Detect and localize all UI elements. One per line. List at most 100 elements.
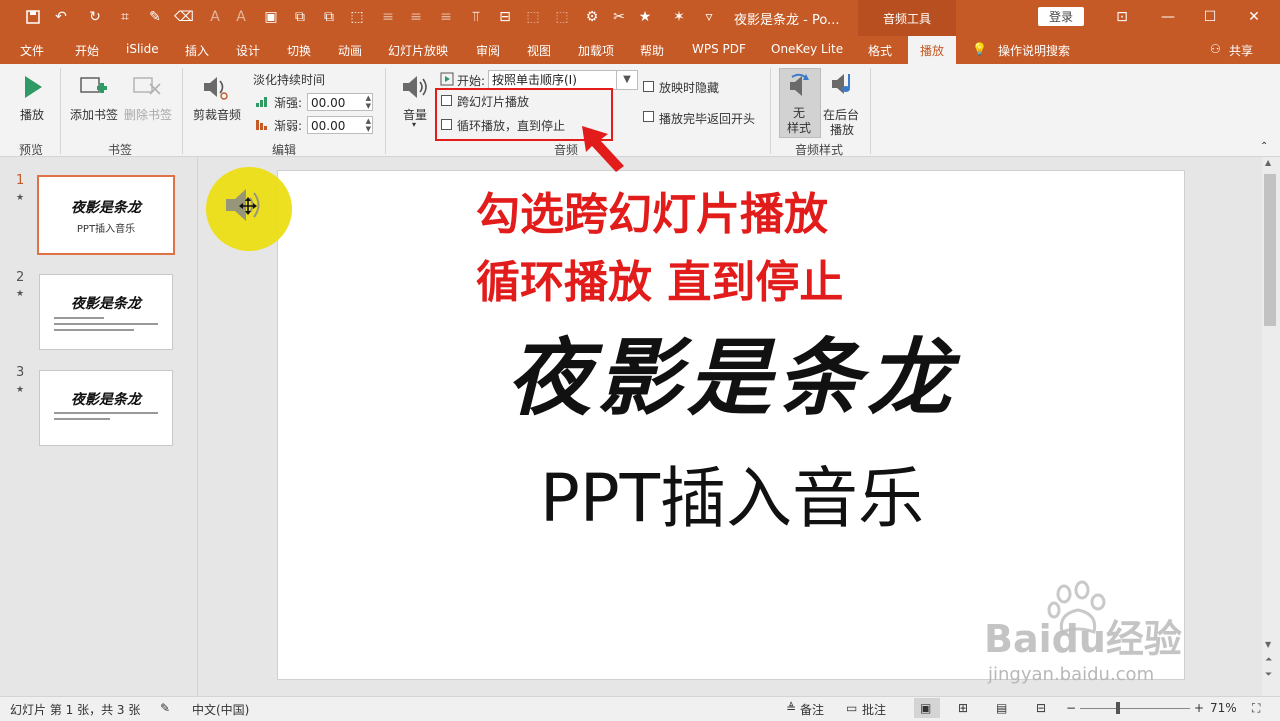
next-slide-icon[interactable]: ⏷ <box>1265 670 1272 680</box>
tab-playback[interactable]: 播放 <box>908 36 956 64</box>
arrange-icon[interactable]: ⧉ <box>291 8 309 26</box>
tab-wps-pdf[interactable]: WPS PDF <box>692 42 746 56</box>
start-label: 开始: <box>457 74 486 88</box>
play-in-background-label-line2[interactable]: 播放 <box>830 121 854 138</box>
thumb-title: 夜影是条龙 <box>71 392 141 408</box>
login-button[interactable]: 登录 <box>1038 7 1084 26</box>
tab-review[interactable]: 审阅 <box>476 42 500 59</box>
slideshow-view-icon[interactable]: ⊟ <box>1036 701 1046 715</box>
slide-thumbnail[interactable]: 夜影是条龙 PPT插入音乐 <box>37 175 175 255</box>
normal-view-icon[interactable]: ▣ <box>920 701 931 715</box>
distribute-icon[interactable]: ⬚ <box>348 8 366 26</box>
collapse-ribbon-icon[interactable]: ⌃ <box>1260 141 1268 152</box>
play-in-background-icon[interactable] <box>829 70 857 101</box>
zoom-slider-thumb[interactable] <box>1116 702 1120 714</box>
minimize-icon[interactable]: — <box>1158 8 1178 26</box>
slide-thumbnail[interactable]: 夜影是条龙 <box>39 274 173 350</box>
tab-onekey-lite[interactable]: OneKey Lite <box>771 42 843 56</box>
quick-access-more-icon[interactable]: ▿ <box>700 8 718 26</box>
no-style-button[interactable]: 无 样式 <box>779 68 821 138</box>
copy-shape-icon[interactable]: ⧉ <box>320 8 338 26</box>
tab-addins[interactable]: 加载项 <box>578 42 614 59</box>
dist-vertical-icon[interactable]: ⬚ <box>553 8 571 26</box>
gear-icon[interactable]: ⚙ <box>583 8 601 26</box>
add-bookmark-icon[interactable] <box>80 76 108 101</box>
spellcheck-icon[interactable]: ✎ <box>160 701 170 715</box>
play-button[interactable]: 播放 <box>20 106 44 123</box>
font-shrink-icon[interactable]: A <box>232 8 250 26</box>
rewind-after-playing-label[interactable]: 播放完毕返回开头 <box>659 110 755 127</box>
tab-islide[interactable]: iSlide <box>126 42 159 56</box>
maximize-icon[interactable]: ☐ <box>1200 8 1220 26</box>
tab-format[interactable]: 格式 <box>868 42 892 59</box>
start-select[interactable]: 按照单击顺序(I) ▼ <box>488 70 638 90</box>
animation-icon[interactable]: ✂ <box>610 8 628 26</box>
tab-file[interactable]: 文件 <box>20 42 44 59</box>
star-icon[interactable]: ★ <box>636 8 654 26</box>
notes-button[interactable]: 备注 <box>800 701 824 718</box>
hide-during-show-label[interactable]: 放映时隐藏 <box>659 79 719 96</box>
language-indicator[interactable]: 中文(中国) <box>192 701 249 718</box>
save-icon[interactable] <box>24 8 42 26</box>
brush-icon[interactable]: ✎ <box>146 8 164 26</box>
ribbon-options-icon[interactable]: ⊡ <box>1112 8 1132 26</box>
fade-in-spinner[interactable]: 00.00 ▲ ▼ <box>307 93 373 111</box>
annotation-line1: 勾选跨幻灯片播放 <box>476 189 828 240</box>
scroll-up-icon[interactable]: ▲ <box>1265 158 1271 167</box>
comments-button[interactable]: 批注 <box>862 701 886 718</box>
zoom-out-icon[interactable]: − <box>1066 701 1076 715</box>
font-grow-icon[interactable]: A <box>206 8 224 26</box>
zoom-in-icon[interactable]: + <box>1194 701 1204 715</box>
add-bookmark-button[interactable]: 添加书签 <box>70 106 118 123</box>
tab-animations[interactable]: 动画 <box>338 42 362 59</box>
align-right-icon[interactable]: ≡ <box>437 8 455 26</box>
share-button[interactable]: 共享 <box>1229 42 1253 59</box>
reading-view-icon[interactable]: ▤ <box>996 701 1007 715</box>
fade-out-spinner[interactable]: 00.00 ▲ ▼ <box>307 116 373 134</box>
align-left-icon[interactable]: ≡ <box>379 8 397 26</box>
tell-me-search[interactable]: 操作说明搜索 <box>998 42 1070 59</box>
thumb-subtitle: PPT插入音乐 <box>76 224 136 235</box>
trim-audio-button[interactable]: 剪裁音频 <box>193 106 241 123</box>
scroll-down-icon[interactable]: ▼ <box>1265 640 1271 649</box>
group-icon[interactable]: ▣ <box>262 8 280 26</box>
rewind-after-playing-checkbox[interactable] <box>643 111 654 122</box>
format-painter-icon[interactable]: ⌗ <box>116 8 134 26</box>
zoom-slider-track[interactable] <box>1080 708 1190 709</box>
align-middle-icon[interactable]: ⊟ <box>496 8 514 26</box>
slide-subtitle[interactable]: PPT插入音乐 <box>278 445 1186 541</box>
fit-to-window-icon[interactable]: ⛶ <box>1252 701 1260 716</box>
volume-icon[interactable] <box>400 72 430 105</box>
ribbon: 播放 预览 添加书签 删除书签 书签 剪裁音频 淡化持续时间 渐强: 00.00… <box>0 64 1280 157</box>
play-icon[interactable] <box>22 74 44 103</box>
align-center-icon[interactable]: ≡ <box>407 8 425 26</box>
spinner-arrows-icon[interactable]: ▲ ▼ <box>366 117 371 133</box>
zoom-level[interactable]: 71% <box>1210 701 1237 715</box>
tab-design[interactable]: 设计 <box>236 42 260 59</box>
fade-duration-title: 淡化持续时间 <box>253 73 326 87</box>
clear-format-icon[interactable]: ⌫ <box>174 8 194 26</box>
add-animation-icon[interactable]: ✶ <box>670 8 688 26</box>
tab-insert[interactable]: 插入 <box>185 42 209 59</box>
tab-slideshow[interactable]: 幻灯片放映 <box>388 42 448 59</box>
volume-dropdown-icon[interactable]: ▾ <box>412 120 416 129</box>
previous-slide-icon[interactable]: ⏶ <box>1265 655 1272 665</box>
slide-title[interactable]: 夜影是条龙 <box>278 311 1186 432</box>
tab-transitions[interactable]: 切换 <box>287 42 311 59</box>
undo-icon[interactable]: ↶ <box>52 8 70 26</box>
close-icon[interactable]: ✕ <box>1244 8 1264 26</box>
trim-audio-icon[interactable] <box>200 72 230 105</box>
slide-sorter-icon[interactable]: ⊞ <box>958 701 968 715</box>
tab-home[interactable]: 开始 <box>75 42 99 59</box>
redo-icon[interactable]: ↻ <box>86 8 104 26</box>
scrollbar-thumb[interactable] <box>1264 174 1276 326</box>
spinner-arrows-icon[interactable]: ▲ ▼ <box>366 94 371 110</box>
slide-thumbnail[interactable]: 夜影是条龙 <box>39 370 173 446</box>
audio-speaker-icon[interactable] <box>222 184 272 229</box>
chevron-down-icon[interactable]: ▼ <box>616 71 637 89</box>
dist-horizontal-icon[interactable]: ⬚ <box>524 8 542 26</box>
hide-during-show-checkbox[interactable] <box>643 81 654 92</box>
tab-view[interactable]: 视图 <box>527 42 551 59</box>
tab-help[interactable]: 帮助 <box>640 42 664 59</box>
align-top-icon[interactable]: ⫪ <box>467 8 485 26</box>
